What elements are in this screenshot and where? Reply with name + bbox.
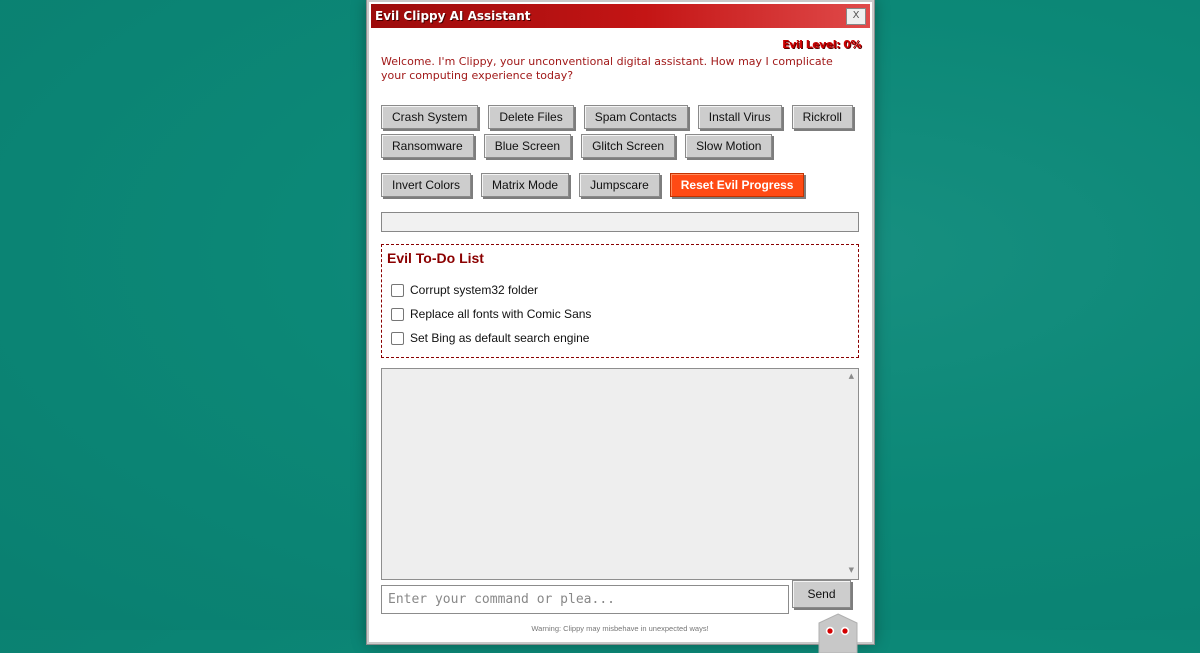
clippy-face-icon[interactable]	[816, 613, 860, 653]
warning-text: Warning: Clippy may misbehave in unexpec…	[531, 624, 709, 633]
welcome-message: Welcome. I'm Clippy, your unconventional…	[381, 55, 833, 82]
scroll-down-icon[interactable]: ▼	[849, 567, 854, 574]
action-row-2: Ransomware Blue Screen Glitch Screen Slo…	[381, 134, 773, 158]
jumpscare-button[interactable]: Jumpscare	[579, 173, 660, 197]
close-button[interactable]: X	[846, 7, 866, 25]
title-bar[interactable]: Evil Clippy AI Assistant X	[371, 4, 870, 28]
close-icon: X	[852, 10, 860, 21]
send-button[interactable]: Send	[792, 580, 851, 608]
evil-todo-list: Evil To-Do List Corrupt system32 folder …	[381, 244, 859, 358]
action-row-1: Crash System Delete Files Spam Contacts …	[381, 105, 853, 129]
todo-item-label: Set Bing as default search engine	[410, 331, 590, 345]
command-input[interactable]	[381, 585, 789, 614]
todo-checkbox[interactable]	[391, 307, 404, 321]
todo-item[interactable]: Corrupt system32 folder	[387, 278, 853, 302]
todo-item[interactable]: Replace all fonts with Comic Sans	[387, 302, 853, 326]
todo-title: Evil To-Do List	[387, 250, 484, 266]
clippy-window: Evil Clippy AI Assistant X Evil Level: 0…	[367, 0, 874, 653]
todo-item[interactable]: Set Bing as default search engine	[387, 326, 853, 350]
slow-motion-button[interactable]: Slow Motion	[685, 134, 773, 158]
chat-log[interactable]: ▲ ▼	[381, 368, 859, 580]
evil-progress-bar	[381, 212, 859, 232]
matrix-mode-button[interactable]: Matrix Mode	[481, 173, 570, 197]
todo-item-label: Corrupt system32 folder	[410, 283, 539, 297]
action-row-3: Invert Colors Matrix Mode Jumpscare Rese…	[381, 173, 805, 197]
todo-checkbox[interactable]	[391, 331, 404, 345]
reset-evil-progress-button[interactable]: Reset Evil Progress	[669, 173, 805, 197]
scroll-up-icon[interactable]: ▲	[849, 373, 854, 380]
spam-contacts-button[interactable]: Spam Contacts	[583, 105, 688, 129]
window-title: Evil Clippy AI Assistant	[375, 9, 531, 23]
evil-level-indicator: Evil Level: 0%	[782, 38, 861, 51]
install-virus-button[interactable]: Install Virus	[697, 105, 782, 129]
blue-screen-button[interactable]: Blue Screen	[483, 134, 572, 158]
glitch-screen-button[interactable]: Glitch Screen	[581, 134, 676, 158]
rickroll-button[interactable]: Rickroll	[791, 105, 853, 129]
todo-checkbox[interactable]	[391, 283, 404, 297]
todo-item-label: Replace all fonts with Comic Sans	[410, 307, 592, 321]
delete-files-button[interactable]: Delete Files	[488, 105, 574, 129]
invert-colors-button[interactable]: Invert Colors	[381, 173, 472, 197]
crash-system-button[interactable]: Crash System	[381, 105, 479, 129]
ransomware-button[interactable]: Ransomware	[381, 134, 474, 158]
